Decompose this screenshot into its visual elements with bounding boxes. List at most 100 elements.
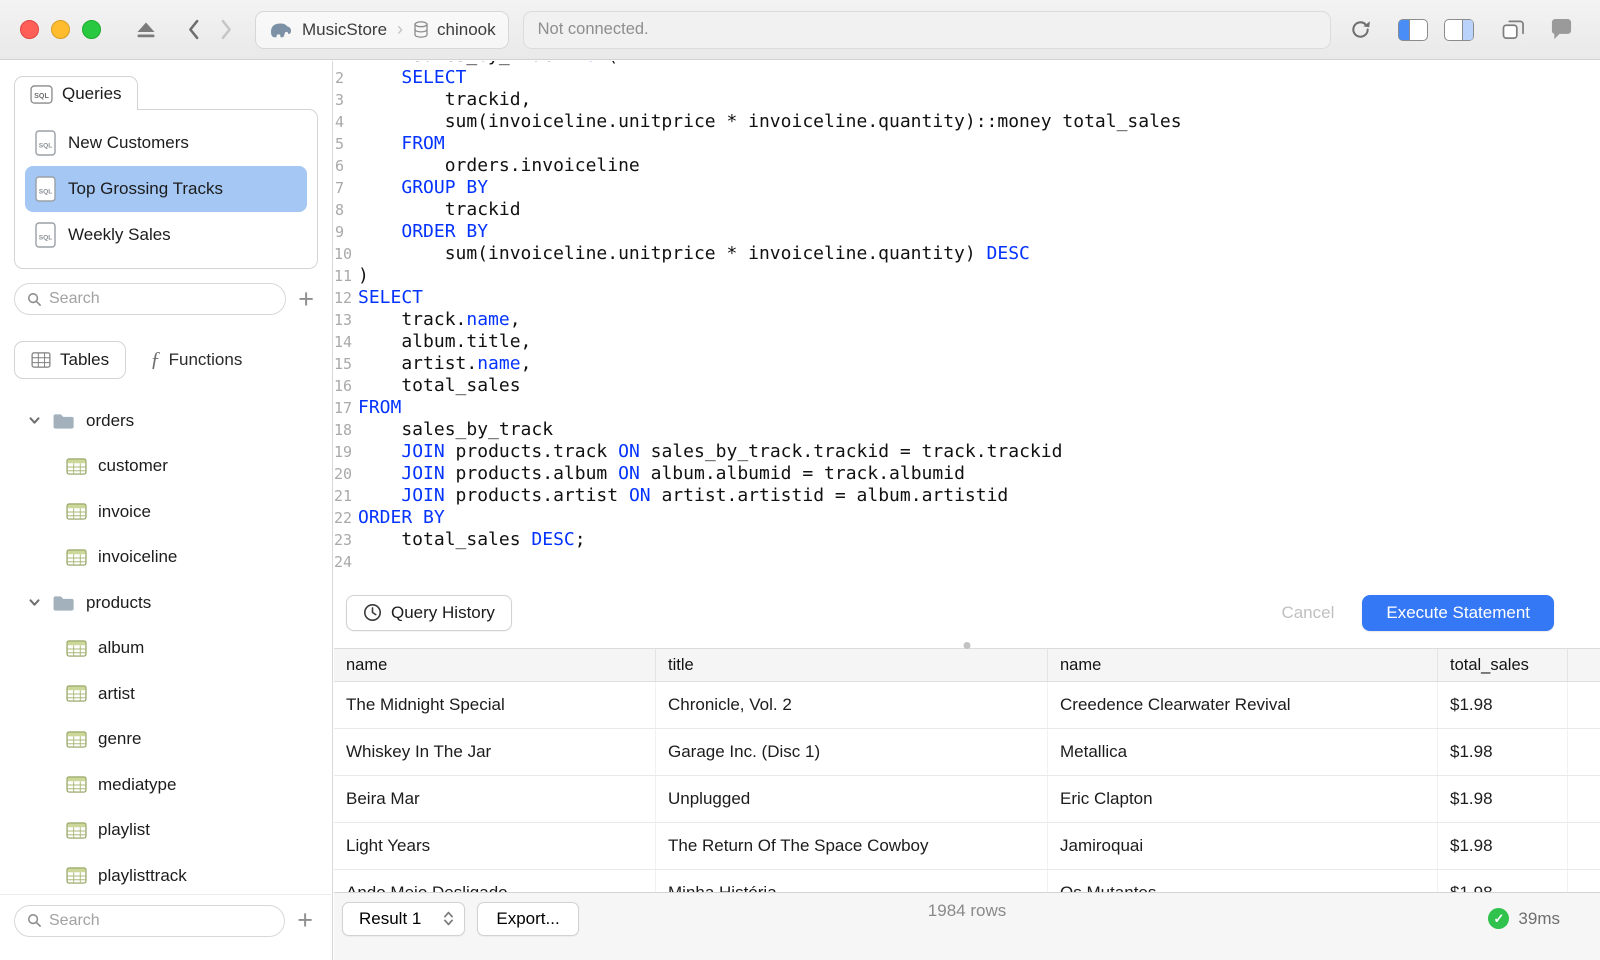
table-cell[interactable]: Beira Mar [334,776,656,822]
add-query-button[interactable]: + [294,285,318,313]
table-search-input[interactable] [49,911,273,930]
tab-functions[interactable]: ƒ Functions [136,339,256,380]
code-line[interactable]: 3 trackid, [334,89,1600,111]
result-selector[interactable]: Result 1 [342,901,466,936]
forward-button[interactable] [220,19,233,40]
code-line[interactable]: 22 ORDER BY [334,507,1600,529]
table-cell[interactable]: Jamiroquai [1048,823,1438,869]
windows-button[interactable] [1502,19,1525,40]
tree-table[interactable]: customer [0,444,332,490]
code-line[interactable]: 10 sum(invoiceline.unitprice * invoiceli… [334,243,1600,265]
table-cell[interactable]: Os Mutantes [1048,870,1438,892]
code-line[interactable]: 24 [334,551,1600,573]
code-line[interactable]: 23 total_sales DESC; [334,529,1600,551]
disclosure-chevron-icon[interactable] [28,596,41,609]
code-line[interactable]: 21 JOIN products.artist ON artist.artist… [334,485,1600,507]
disclosure-chevron-icon[interactable] [28,414,41,427]
code-line[interactable]: 4 sum(invoiceline.unitprice * invoicelin… [334,111,1600,133]
tree-table[interactable]: invoice [0,489,332,535]
table-cell[interactable]: Eric Clapton [1048,776,1438,822]
add-table-button[interactable]: + [293,907,317,934]
table-cell[interactable]: $1.98 [1438,823,1568,869]
table-cell[interactable]: The Midnight Special [334,682,656,728]
column-header[interactable]: title [656,649,1048,681]
table-cell[interactable]: Unplugged [656,776,1048,822]
breadcrumb-server[interactable]: MusicStore [268,20,387,40]
table-row[interactable]: Ando Meio DesligadoMinha HistóriaOs Muta… [334,870,1600,892]
table-cell[interactable]: $1.98 [1438,870,1568,892]
tree-table[interactable]: invoiceline [0,535,332,581]
table-cell[interactable]: The Return Of The Space Cowboy [656,823,1048,869]
splitter-handle[interactable] [963,642,971,649]
tree-table[interactable]: artist [0,671,332,717]
table-cell[interactable]: Garage Inc. (Disc 1) [656,729,1048,775]
column-header[interactable]: name [334,649,656,681]
code-line[interactable]: 5 FROM [334,133,1600,155]
tree-table[interactable]: playlisttrack [0,853,332,899]
table-cell[interactable]: Minha História [656,870,1048,892]
table-row[interactable]: The Midnight Special Chronicle, Vol. 2 Cre… [334,682,1600,729]
table-cell[interactable]: Whiskey In The Jar [334,729,656,775]
tab-tables[interactable]: Tables [14,340,127,379]
query-item[interactable]: SQL New Customers [25,120,307,166]
code-line[interactable]: 16 total_sales [334,375,1600,397]
scrollbar-gutter [1568,649,1600,681]
back-button[interactable] [187,19,200,40]
table-cell[interactable]: $1.98 [1438,776,1568,822]
column-header[interactable]: name [1048,649,1438,681]
column-header[interactable]: total_sales [1438,649,1568,681]
zoom-window-button[interactable] [82,20,101,39]
table-cell[interactable]: Creedence Clearwater Revival [1048,682,1438,728]
execute-statement-button[interactable]: Execute Statement [1362,594,1554,631]
tree-folder[interactable]: products [0,580,332,626]
breadcrumb-database[interactable]: chinook [413,20,496,40]
tab-queries[interactable]: SQL Queries [14,76,138,110]
sql-editor-lines: 1WITH sales_by_track AS (2 SELECT3 track… [334,61,1600,573]
code-line[interactable]: 18 sales_by_track [334,419,1600,441]
code-line[interactable]: 15 artist.name, [334,353,1600,375]
toggle-right-sidebar-button[interactable] [1444,18,1474,41]
table-cell[interactable]: Metallica [1048,729,1438,775]
code-line[interactable]: 7 GROUP BY [334,177,1600,199]
table-cell[interactable]: Light Years [334,823,656,869]
tree-table[interactable]: album [0,626,332,672]
code-line[interactable]: 14 album.title, [334,331,1600,353]
table-row[interactable]: Light Years The Return Of The Space Cowbo… [334,823,1600,870]
query-history-button[interactable]: Query History [346,594,512,631]
cancel-button[interactable]: Cancel [1267,603,1348,623]
table-cell[interactable]: $1.98 [1438,729,1568,775]
table-row[interactable]: Beira Mar Unplugged Eric Clapton $1.98 [334,776,1600,823]
tree-item-label: artist [98,683,135,703]
export-button[interactable]: Export... [477,901,579,936]
code-line[interactable]: 17 FROM [334,397,1600,419]
toggle-left-sidebar-button[interactable] [1398,18,1428,41]
eject-button[interactable] [135,21,157,39]
code-line[interactable]: 6 orders.invoiceline [334,155,1600,177]
table-icon [66,640,87,657]
table-icon [66,685,87,702]
tree-folder[interactable]: orders [0,398,332,444]
code-line[interactable]: 9 ORDER BY [334,221,1600,243]
code-line[interactable]: 20 JOIN products.album ON album.albumid … [334,463,1600,485]
code-line[interactable]: 13 track.name, [334,309,1600,331]
code-line[interactable]: 11) [334,265,1600,287]
minimize-window-button[interactable] [51,20,70,39]
query-item[interactable]: SQL Top Grossing Tracks [25,166,307,212]
sql-editor[interactable]: 1WITH sales_by_track AS (2 SELECT3 track… [334,61,1600,585]
query-search-input[interactable] [49,290,274,308]
query-item[interactable]: SQL Weekly Sales [25,212,307,258]
table-cell[interactable]: $1.98 [1438,682,1568,728]
code-line[interactable]: 12 SELECT [334,287,1600,309]
tree-table[interactable]: mediatype [0,762,332,808]
refresh-button[interactable] [1349,18,1372,41]
feedback-button[interactable] [1549,18,1574,41]
tree-table[interactable]: playlist [0,808,332,854]
close-window-button[interactable] [20,20,39,39]
table-cell[interactable]: Ando Meio Desligado [334,870,656,892]
table-cell[interactable]: Chronicle, Vol. 2 [656,682,1048,728]
code-line[interactable]: 2 SELECT [334,67,1600,89]
tree-table[interactable]: genre [0,717,332,763]
code-line[interactable]: 19 JOIN products.track ON sales_by_track… [334,441,1600,463]
table-row[interactable]: Whiskey In The Jar Garage Inc. (Disc 1) Me… [334,729,1600,776]
code-line[interactable]: 8 trackid [334,199,1600,221]
